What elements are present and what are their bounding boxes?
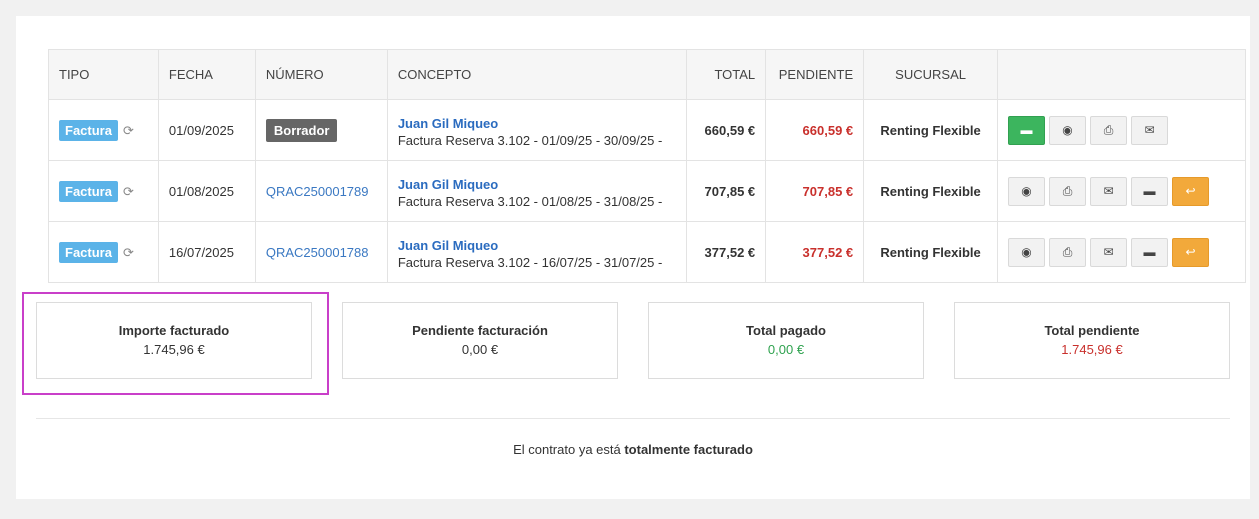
email-button[interactable]: ✉ — [1090, 176, 1128, 206]
cell-tipo: Factura ⟳ — [48, 221, 159, 283]
summary-card-total-pagado: Total pagado 0,00 € — [648, 302, 924, 379]
summary-title: Total pendiente — [1044, 323, 1140, 338]
eye-icon: ◉ — [1021, 184, 1032, 198]
header-concepto: CONCEPTO — [386, 49, 688, 100]
cell-sucursal: Renting Flexible — [863, 160, 999, 222]
header-pendiente: PENDIENTE — [765, 49, 865, 100]
cell-numero: Borrador — [254, 99, 388, 161]
header-numero: NÚMERO — [254, 49, 388, 100]
summary-value: 0,00 € — [767, 342, 805, 357]
payment-button[interactable]: ▬ — [1131, 176, 1169, 206]
email-button[interactable]: ✉ — [1131, 115, 1169, 145]
eye-icon: ◉ — [1062, 123, 1073, 137]
table-row: Factura ⟳ 01/08/2025 QRAC250001789 Juan G… — [48, 160, 1246, 222]
cell-numero: QRAC250001789 — [254, 160, 388, 222]
print-button[interactable]: ⎙ — [1090, 115, 1128, 145]
client-link[interactable]: Juan Gil Miqueo — [398, 238, 676, 253]
sync-icon: ⟳ — [122, 184, 134, 200]
envelope-icon: ✉ — [1103, 184, 1114, 198]
print-button[interactable]: ⎙ — [1049, 176, 1087, 206]
summary-title: Importe facturado — [118, 323, 230, 338]
credit-card-icon: ▬ — [1143, 184, 1156, 198]
email-button[interactable]: ✉ — [1090, 237, 1128, 267]
cell-sucursal: Renting Flexible — [863, 221, 999, 283]
cell-concepto: Juan Gil Miqueo Factura Reserva 3.102 - … — [386, 99, 688, 161]
view-button[interactable]: ◉ — [1008, 237, 1046, 267]
payment-button[interactable]: ▬ — [1131, 237, 1169, 267]
cell-tipo: Factura ⟳ — [48, 160, 159, 222]
cell-fecha: 01/09/2025 — [157, 99, 256, 161]
cell-actions: ◉ ⎙ ✉ ▬ ↩ — [997, 160, 1246, 222]
invoice-number-link[interactable]: QRAC250001788 — [266, 245, 369, 260]
cell-actions: ▬ ◉ ⎙ ✉ — [997, 99, 1246, 161]
header-sucursal: SUCURSAL — [863, 49, 999, 100]
rectify-button[interactable]: ↩ — [1172, 237, 1210, 267]
table-header-row: TIPO FECHA NÚMERO CONCEPTO TOTAL PENDIEN… — [48, 49, 1246, 100]
envelope-icon: ✉ — [1103, 245, 1114, 259]
cell-concepto: Juan Gil Miqueo Factura Reserva 3.102 - … — [386, 221, 688, 283]
divider — [36, 418, 1230, 419]
invoices-panel: TIPO FECHA NÚMERO CONCEPTO TOTAL PENDIEN… — [16, 16, 1250, 499]
summary-value: 1.745,96 € — [1061, 342, 1123, 357]
sync-icon: ⟳ — [122, 245, 134, 261]
table-row: Factura ⟳ 01/09/2025 Borrador Juan Gil Mi… — [48, 99, 1246, 161]
header-tipo: TIPO — [48, 49, 159, 100]
summary-title: Total pagado — [746, 323, 826, 338]
printer-icon: ⎙ — [1062, 244, 1073, 259]
footer-strong: totalmente facturado — [624, 442, 753, 457]
cell-concepto: Juan Gil Miqueo Factura Reserva 3.102 - … — [386, 160, 688, 222]
client-link[interactable]: Juan Gil Miqueo — [398, 177, 676, 192]
cell-fecha: 01/08/2025 — [157, 160, 256, 222]
cell-pendiente: 377,52 € — [765, 221, 865, 283]
header-actions — [997, 49, 1246, 100]
summary-value: 0,00 € — [461, 342, 499, 357]
eye-icon: ◉ — [1021, 245, 1032, 259]
reply-icon: ↩ — [1185, 184, 1196, 198]
cell-numero: QRAC250001788 — [254, 221, 388, 283]
cell-total: 707,85 € — [686, 160, 767, 222]
table-row: Factura ⟳ 16/07/2025 QRAC250001788 Juan G… — [48, 221, 1246, 283]
print-button[interactable]: ⎙ — [1049, 237, 1087, 267]
cell-tipo: Factura ⟳ — [48, 99, 159, 161]
printer-icon: ⎙ — [1103, 122, 1114, 137]
cell-pendiente: 660,59 € — [765, 99, 865, 161]
tipo-badge: Factura — [59, 119, 118, 141]
view-button[interactable]: ◉ — [1008, 176, 1046, 206]
summary-card-importe-facturado: Importe facturado 1.745,96 € — [36, 302, 312, 379]
cell-pendiente: 707,85 € — [765, 160, 865, 222]
billing-status-message: El contrato ya está totalmente facturado — [16, 442, 1250, 457]
invoice-number-link[interactable]: QRAC250001789 — [266, 184, 369, 199]
printer-icon: ⎙ — [1062, 183, 1073, 198]
summary-card-total-pendiente: Total pendiente 1.745,96 € — [954, 302, 1230, 379]
concept-text: Factura Reserva 3.102 - 16/07/25 - 31/07… — [397, 255, 663, 270]
summary-cards: Importe facturado 1.745,96 € Pendiente f… — [22, 292, 1230, 395]
view-button[interactable]: ◉ — [1049, 115, 1087, 145]
cell-total: 377,52 € — [686, 221, 767, 283]
tipo-badge: Factura — [59, 180, 118, 202]
credit-card-icon: ▬ — [1143, 245, 1156, 259]
draft-badge: Borrador — [265, 118, 338, 142]
summary-value: 1.745,96 € — [143, 342, 205, 357]
summary-title: Pendiente facturación — [412, 323, 548, 338]
footer-text: El contrato ya está — [513, 442, 625, 457]
rectify-button[interactable]: ↩ — [1172, 176, 1210, 206]
reply-icon: ↩ — [1185, 245, 1196, 259]
header-total: TOTAL — [686, 49, 767, 100]
concept-text: Factura Reserva 3.102 - 01/08/25 - 31/08… — [397, 194, 663, 209]
cell-total: 660,59 € — [686, 99, 767, 161]
summary-card-pendiente-facturacion: Pendiente facturación 0,00 € — [342, 302, 618, 379]
cell-fecha: 16/07/2025 — [157, 221, 256, 283]
cell-sucursal: Renting Flexible — [863, 99, 999, 161]
concept-text: Factura Reserva 3.102 - 01/09/25 - 30/09… — [397, 133, 663, 148]
cell-actions: ◉ ⎙ ✉ ▬ ↩ — [997, 221, 1246, 283]
credit-card-icon: ▬ — [1020, 123, 1033, 137]
invoices-table: TIPO FECHA NÚMERO CONCEPTO TOTAL PENDIEN… — [48, 49, 1246, 283]
sync-icon: ⟳ — [122, 123, 134, 139]
tipo-badge: Factura — [59, 241, 118, 263]
header-fecha: FECHA — [157, 49, 256, 100]
pay-button[interactable]: ▬ — [1008, 115, 1046, 145]
client-link[interactable]: Juan Gil Miqueo — [398, 116, 676, 131]
envelope-icon: ✉ — [1144, 123, 1155, 137]
